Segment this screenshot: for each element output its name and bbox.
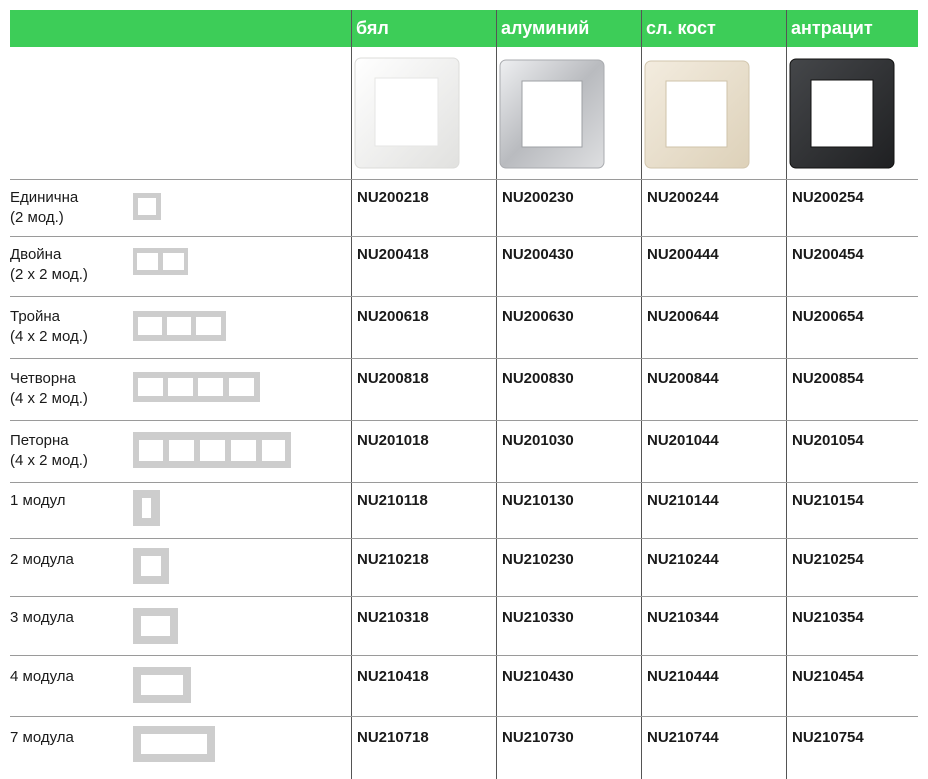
row-label-line: 3 модула xyxy=(10,609,74,626)
product-code: NU201054 xyxy=(792,432,864,449)
row-divider xyxy=(10,236,918,237)
product-code: NU200430 xyxy=(502,246,574,263)
product-code: NU210218 xyxy=(357,551,429,568)
product-code: NU200654 xyxy=(792,308,864,325)
product-code: NU210244 xyxy=(647,551,719,568)
product-code: NU210230 xyxy=(502,551,574,568)
quadruple-frame-icon xyxy=(133,372,260,402)
row-divider xyxy=(10,296,918,297)
product-code: NU200454 xyxy=(792,246,864,263)
product-code: NU200254 xyxy=(792,189,864,206)
product-code: NU210330 xyxy=(502,609,574,626)
row-divider xyxy=(10,655,918,656)
row-label-line: (4 x 2 мод.) xyxy=(10,390,88,407)
row-label: Тройна (4 x 2 мод.) xyxy=(10,307,88,347)
row-divider xyxy=(10,420,918,421)
row-divider xyxy=(10,482,918,483)
row-label-line: 1 модул xyxy=(10,492,66,509)
product-code: NU200418 xyxy=(357,246,429,263)
product-code: NU210118 xyxy=(357,492,428,509)
product-code: NU210318 xyxy=(357,609,429,626)
row-label-line: (4 x 2 мод.) xyxy=(10,452,88,469)
product-code: NU200218 xyxy=(357,189,429,206)
row-label-line: (2 мод.) xyxy=(10,209,64,226)
product-code: NU210354 xyxy=(792,609,864,626)
anthracite-frame-image xyxy=(789,58,895,169)
column-divider xyxy=(351,10,352,779)
row-label: Двойна (2 x 2 мод.) xyxy=(10,245,88,285)
row-label: Четворна (4 x 2 мод.) xyxy=(10,369,88,409)
header-col-aluminium: алуминий xyxy=(497,10,641,47)
product-code: NU210344 xyxy=(647,609,719,626)
row-label: 7 модула xyxy=(10,728,74,748)
product-code: NU210430 xyxy=(502,668,574,685)
row-label-line: Петорна xyxy=(10,432,69,449)
row-divider xyxy=(10,179,918,180)
row-label: 4 модула xyxy=(10,667,74,687)
product-code: NU200830 xyxy=(502,370,574,387)
product-code: NU201044 xyxy=(647,432,719,449)
row-divider xyxy=(10,596,918,597)
product-code: NU210444 xyxy=(647,668,719,685)
product-code: NU200854 xyxy=(792,370,864,387)
three-module-frame-icon xyxy=(133,608,178,644)
row-label: 2 модула xyxy=(10,550,74,570)
product-code: NU210718 xyxy=(357,729,429,746)
product-code: NU210744 xyxy=(647,729,719,746)
product-code: NU200244 xyxy=(647,189,719,206)
row-divider xyxy=(10,538,918,539)
row-label: 1 модул xyxy=(10,491,66,511)
double-frame-icon xyxy=(133,248,188,275)
quintuple-frame-icon xyxy=(133,432,291,468)
row-label-line: (4 x 2 мод.) xyxy=(10,328,88,345)
header-blank-cell xyxy=(10,10,352,47)
product-code: NU210144 xyxy=(647,492,719,509)
header-col-ivory: сл. кост xyxy=(642,10,786,47)
one-module-frame-icon xyxy=(133,490,160,526)
product-code: NU210254 xyxy=(792,551,864,568)
product-code: NU201018 xyxy=(357,432,429,449)
product-code: NU210754 xyxy=(792,729,864,746)
row-label-line: Единична xyxy=(10,189,79,206)
product-code: NU200230 xyxy=(502,189,574,206)
ivory-frame-image xyxy=(644,60,750,169)
product-code: NU210130 xyxy=(502,492,574,509)
header-col-white: бял xyxy=(352,10,496,47)
single-frame-icon xyxy=(133,193,161,220)
row-label: Единична (2 мод.) xyxy=(10,188,78,228)
row-divider xyxy=(10,358,918,359)
row-divider xyxy=(10,716,918,717)
product-code: NU200630 xyxy=(502,308,574,325)
row-label-line: Четворна xyxy=(10,370,76,387)
product-code: NU200844 xyxy=(647,370,719,387)
white-frame-image xyxy=(354,57,460,169)
header-col-anthracite: антрацит xyxy=(787,10,918,47)
row-label-line: (2 x 2 мод.) xyxy=(10,266,88,283)
row-label: Петорна (4 x 2 мод.) xyxy=(10,431,88,471)
column-divider xyxy=(786,10,787,779)
product-code: NU200818 xyxy=(357,370,429,387)
row-label-line: Тройна xyxy=(10,308,61,325)
product-code: NU200618 xyxy=(357,308,429,325)
row-label-line: 4 модула xyxy=(10,668,74,685)
product-code: NU210418 xyxy=(357,668,429,685)
aluminium-frame-image xyxy=(499,59,605,169)
row-label: 3 модула xyxy=(10,608,74,628)
triple-frame-icon xyxy=(133,311,226,341)
product-table: бял алуминий сл. кост антрацит Единична … xyxy=(10,0,918,779)
product-code: NU210730 xyxy=(502,729,574,746)
product-code: NU210454 xyxy=(792,668,864,685)
product-code: NU200444 xyxy=(647,246,719,263)
two-module-frame-icon xyxy=(133,548,169,584)
row-label-line: 7 модула xyxy=(10,729,74,746)
row-label-line: Двойна xyxy=(10,246,62,263)
product-code: NU200644 xyxy=(647,308,719,325)
column-divider xyxy=(641,10,642,779)
product-code: NU210154 xyxy=(792,492,864,509)
four-module-frame-icon xyxy=(133,667,191,703)
product-code: NU201030 xyxy=(502,432,574,449)
column-divider xyxy=(496,10,497,779)
row-label-line: 2 модула xyxy=(10,551,74,568)
seven-module-frame-icon xyxy=(133,726,215,762)
